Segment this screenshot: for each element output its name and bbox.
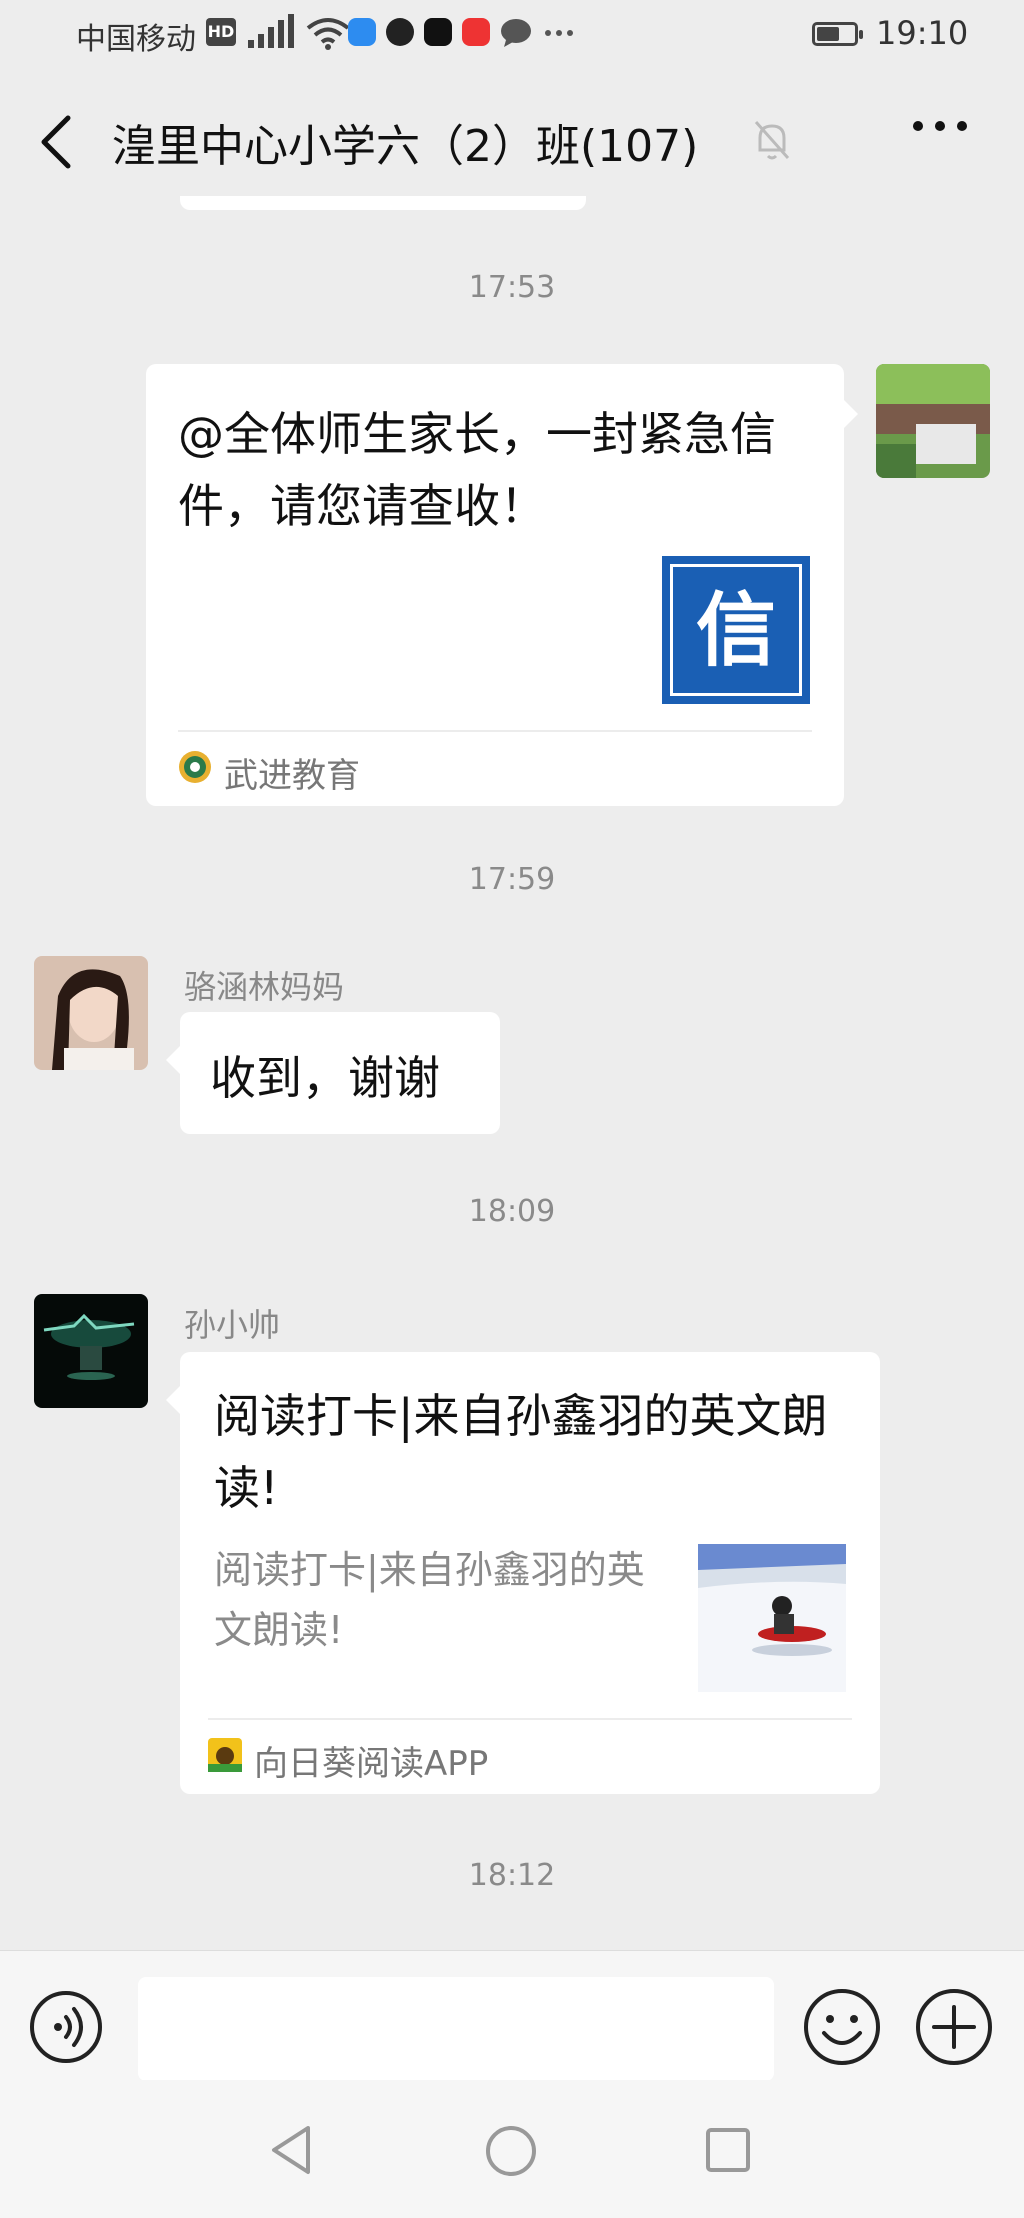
link-card-message[interactable]: @全体师生家长，一封紧急信件，请您请查收！ 信 武进教育 (146, 364, 858, 806)
nav-home-icon[interactable] (484, 2124, 538, 2178)
card-description: 阅读打卡|来自孙鑫羽的英文朗读! (214, 1548, 645, 1652)
garden-avatar-image (876, 364, 990, 478)
back-icon[interactable] (38, 114, 74, 170)
message-text: 收到，谢谢 (210, 1051, 440, 1105)
wujin-education-logo-icon (179, 751, 211, 783)
hd-badge: HD (206, 18, 236, 46)
nav-recents-icon[interactable] (704, 2126, 752, 2174)
card-title: 阅读打卡|来自孙鑫羽的英文朗读! (214, 1389, 828, 1515)
carrier-label: 中国移动 (76, 22, 196, 57)
nav-back-icon[interactable] (268, 2124, 314, 2176)
more-notifications-icon (545, 30, 573, 36)
input-bar (0, 1950, 1024, 2081)
timestamp: 17:53 (468, 270, 556, 305)
chat-bubble-icon (501, 19, 531, 47)
woman-avatar-image (34, 956, 148, 1070)
wifi-icon (306, 18, 350, 50)
sledding-photo (698, 1544, 846, 1692)
status-bar: 中国移动 HD 19:10 (0, 0, 1024, 70)
more-options-icon[interactable] (912, 118, 968, 134)
voice-button[interactable] (30, 1991, 102, 2063)
plus-icon[interactable] (914, 1987, 994, 2067)
dark-avatar-image (34, 1294, 148, 1408)
voice-wave-icon (54, 2007, 83, 2047)
signal-icon (248, 14, 294, 48)
text-message[interactable]: 收到，谢谢 (166, 1012, 500, 1134)
card-title: @全体师生家长，一封紧急信件，请您请查收！ (178, 407, 776, 533)
timestamp: 18:09 (468, 1194, 556, 1229)
sledding-thumbnail (698, 1544, 846, 1692)
letter-char: 信 (696, 583, 776, 677)
title-bar: 湟里中心小学六（2）班(107) (0, 70, 1024, 205)
previous-message-fragment (180, 196, 586, 210)
qq-icon (386, 18, 414, 46)
video-app-icon (462, 18, 490, 46)
app-notification-icon (348, 18, 376, 46)
chat-title: 湟里中心小学六（2）班(107) (112, 121, 699, 172)
card-source: 武进教育 (224, 756, 360, 796)
card-source: 向日葵阅读APP (254, 1744, 489, 1784)
link-card-message[interactable]: 阅读打卡|来自孙鑫羽的英文朗读! 阅读打卡|来自孙鑫羽的英文朗读! 向日葵阅读A… (166, 1352, 880, 1794)
letter-thumbnail: 信 (662, 556, 810, 704)
my-avatar[interactable] (876, 364, 990, 478)
message-input[interactable] (138, 1977, 774, 2081)
sender-name: 骆涵林妈妈 (184, 968, 345, 1006)
battery-icon (812, 22, 863, 46)
emoji-icon[interactable] (802, 1987, 882, 2067)
tiktok-icon (424, 18, 452, 46)
system-nav-bar (0, 2080, 1024, 2218)
card-divider (208, 1718, 852, 1720)
timestamp: 18:12 (468, 1858, 556, 1893)
card-divider (178, 730, 812, 732)
sunflower-logo-icon (208, 1738, 242, 1772)
clock: 19:10 (876, 14, 969, 52)
mute-bell-icon (754, 121, 790, 160)
timestamp: 17:59 (468, 862, 556, 897)
sender-avatar[interactable] (34, 956, 148, 1070)
sender-avatar[interactable] (34, 1294, 148, 1408)
sender-name: 孙小帅 (184, 1306, 281, 1344)
